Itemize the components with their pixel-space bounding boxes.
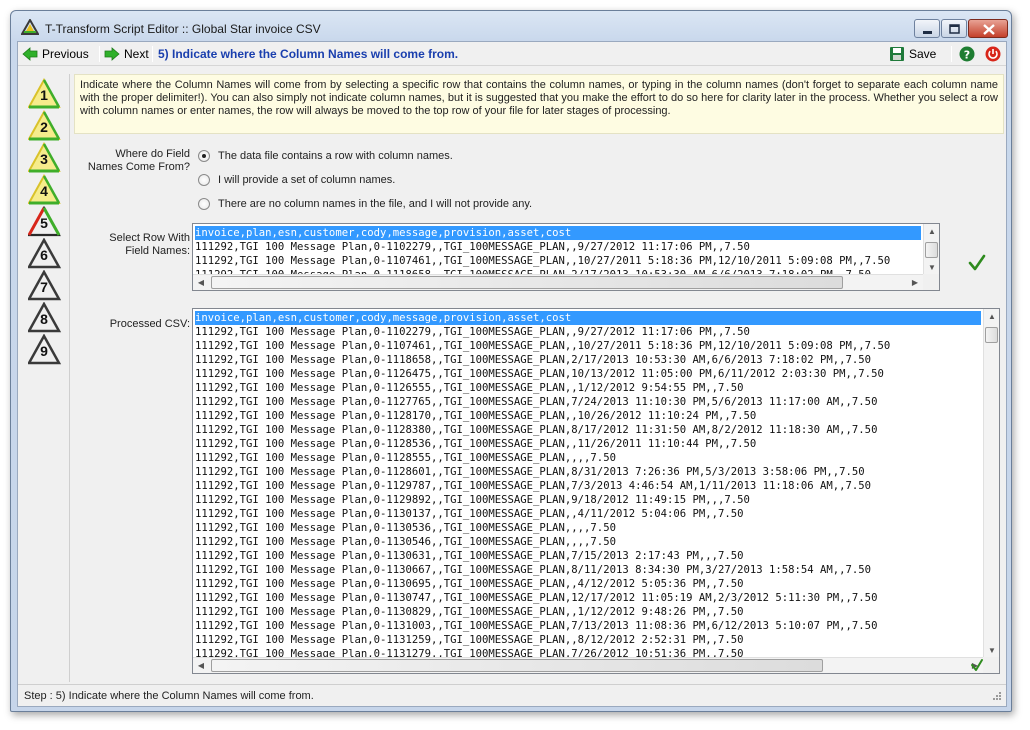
vertical-scrollbar[interactable]: ▲ ▼: [983, 309, 999, 659]
next-label: Next: [124, 47, 149, 61]
list-item[interactable]: 111292,TGI 100 Message Plan,0-1102279,,T…: [195, 325, 750, 339]
power-button[interactable]: [985, 45, 1001, 63]
list-item[interactable]: 111292,TGI 100 Message Plan,0-1130137,,T…: [195, 507, 744, 521]
scroll-left-icon[interactable]: ◀: [193, 275, 209, 290]
window-title: T-Transform Script Editor :: Global Star…: [45, 22, 321, 36]
help-button[interactable]: ?: [959, 45, 975, 63]
scroll-corner: [983, 657, 999, 673]
maximize-icon: [949, 24, 960, 34]
previous-label: Previous: [42, 47, 89, 61]
list-item[interactable]: 111292,TGI 100 Message Plan,0-1129892,,T…: [195, 493, 750, 507]
list-item[interactable]: 111292,TGI 100 Message Plan,0-1128555,,T…: [195, 451, 616, 465]
scroll-thumb[interactable]: [211, 659, 823, 672]
list-item[interactable]: 111292,TGI 100 Message Plan,0-1128380,,T…: [195, 423, 877, 437]
floppy-disk-icon: [890, 47, 904, 61]
toolbar-separator: [951, 46, 952, 62]
svg-text:?: ?: [964, 49, 970, 62]
processed-csv-listbox[interactable]: invoice,plan,esn,customer,cody,message,p…: [192, 308, 1000, 674]
arrow-left-icon: [22, 47, 38, 61]
step-7-icon[interactable]: 7: [26, 269, 62, 302]
list-item[interactable]: 111292,TGI 100 Message Plan,0-1130546,,T…: [195, 535, 616, 549]
radio-option-no-names[interactable]: There are no column names in the file, a…: [198, 198, 532, 210]
list-item[interactable]: 111292,TGI 100 Message Plan,0-1130829,,T…: [195, 605, 744, 619]
client-area: Previous Next 5) Indicate where the Colu…: [17, 41, 1007, 707]
list-item[interactable]: invoice,plan,esn,customer,cody,message,p…: [195, 226, 921, 240]
select-row-listbox[interactable]: invoice,plan,esn,customer,cody,message,p…: [192, 223, 940, 291]
horizontal-scrollbar[interactable]: ◀ ▶: [193, 657, 983, 673]
scroll-right-icon[interactable]: ▶: [907, 275, 923, 290]
processed-csv-label: Processed CSV:: [109, 318, 190, 330]
title-bar[interactable]: T-Transform Script Editor :: Global Star…: [11, 11, 1011, 41]
previous-button[interactable]: Previous: [22, 45, 89, 63]
list-item[interactable]: 111292,TGI 100 Message Plan,0-1118658,,T…: [195, 353, 871, 367]
list-item[interactable]: 111292,TGI 100 Message Plan,0-1126475,,T…: [195, 367, 884, 381]
app-window: T-Transform Script Editor :: Global Star…: [10, 10, 1012, 712]
scroll-up-icon[interactable]: ▲: [924, 224, 939, 240]
step-1-icon[interactable]: 1: [27, 77, 62, 110]
scroll-up-icon[interactable]: ▲: [984, 309, 999, 325]
radio-option-provide-names[interactable]: I will provide a set of column names.: [198, 174, 395, 186]
step-6-icon[interactable]: 6: [26, 237, 62, 270]
list-item[interactable]: invoice,plan,esn,customer,cody,message,p…: [195, 311, 981, 325]
list-item[interactable]: 111292,TGI 100 Message Plan,0-1130536,,T…: [195, 521, 616, 535]
list-item[interactable]: 111292,TGI 100 Message Plan,0-1107461,,T…: [195, 339, 890, 353]
field-source-label: Where do Field Names Come From?: [87, 148, 190, 173]
step-2-icon[interactable]: 2: [27, 109, 62, 142]
resize-grip-icon[interactable]: [990, 691, 1002, 703]
list-item[interactable]: 111292,TGI 100 Message Plan,0-1127765,,T…: [195, 395, 877, 409]
radio-button[interactable]: [198, 174, 210, 186]
close-button[interactable]: [968, 19, 1008, 38]
step-3-icon[interactable]: 3: [27, 141, 62, 174]
maximize-button[interactable]: [941, 19, 967, 38]
minimize-icon: [923, 31, 932, 34]
scroll-thumb[interactable]: [985, 327, 998, 343]
radio-button[interactable]: [198, 150, 210, 162]
status-text: Step : 5) Indicate where the Column Name…: [24, 690, 314, 702]
list-item[interactable]: 111292,TGI 100 Message Plan,0-1128536,,T…: [195, 437, 756, 451]
save-button[interactable]: Save: [889, 45, 936, 63]
list-item[interactable]: 111292,TGI 100 Message Plan,0-1126555,,T…: [195, 381, 744, 395]
step-heading: 5) Indicate where the Column Names will …: [158, 47, 459, 61]
next-button[interactable]: Next: [104, 45, 149, 63]
list-item[interactable]: 111292,TGI 100 Message Plan,0-1102279,,T…: [195, 240, 750, 254]
list-item[interactable]: 111292,TGI 100 Message Plan,0-1107461,,T…: [195, 254, 890, 268]
list-item[interactable]: 111292,TGI 100 Message Plan,0-1129787,,T…: [195, 479, 871, 493]
arrow-right-icon: [104, 47, 120, 61]
list-item[interactable]: 111292,TGI 100 Message Plan,0-1128601,,T…: [195, 465, 865, 479]
close-icon: [983, 24, 995, 35]
status-bar: Step : 5) Indicate where the Column Name…: [18, 684, 1006, 706]
help-icon: ?: [959, 46, 975, 62]
list-item[interactable]: 111292,TGI 100 Message Plan,0-1128170,,T…: [195, 409, 756, 423]
toolbar-separator: [99, 46, 100, 62]
checkmark-icon: [971, 659, 983, 671]
minimize-button[interactable]: [914, 19, 940, 38]
step-rail: 1 2 3 4 5 6 7 8 9: [24, 74, 70, 682]
scroll-thumb[interactable]: [211, 276, 843, 289]
save-label: Save: [909, 47, 937, 61]
step-5-icon[interactable]: 5: [27, 205, 62, 238]
instructions-box: Indicate where the Column Names will com…: [74, 74, 1004, 134]
checkmark-icon: [968, 254, 986, 271]
power-icon: [985, 46, 1001, 62]
select-row-label: Select Row With Field Names:: [109, 232, 190, 257]
list-item[interactable]: 111292,TGI 100 Message Plan,0-1131259,,T…: [195, 633, 744, 647]
step-9-icon[interactable]: 9: [26, 333, 62, 366]
step-4-icon[interactable]: 4: [27, 173, 62, 206]
list-item[interactable]: 111292,TGI 100 Message Plan,0-1130747,,T…: [195, 591, 877, 605]
scroll-thumb[interactable]: [925, 242, 938, 258]
radio-button[interactable]: [198, 198, 210, 210]
scroll-left-icon[interactable]: ◀: [193, 658, 209, 673]
list-item[interactable]: 111292,TGI 100 Message Plan,0-1130631,,T…: [195, 549, 744, 563]
radio-option-row-with-names[interactable]: The data file contains a row with column…: [198, 150, 453, 162]
toolbar-separator: [152, 46, 153, 62]
scroll-corner: [923, 274, 939, 290]
horizontal-scrollbar[interactable]: ◀ ▶: [193, 274, 923, 290]
list-item[interactable]: 111292,TGI 100 Message Plan,0-1130667,,T…: [195, 563, 871, 577]
list-item[interactable]: 111292,TGI 100 Message Plan,0-1130695,,T…: [195, 577, 744, 591]
step-8-icon[interactable]: 8: [26, 301, 62, 334]
list-item[interactable]: 111292,TGI 100 Message Plan,0-1131003,,T…: [195, 619, 877, 633]
app-logo-icon: [21, 19, 39, 35]
vertical-scrollbar[interactable]: ▲ ▼: [923, 224, 939, 276]
toolbar: Previous Next 5) Indicate where the Colu…: [18, 42, 1006, 66]
